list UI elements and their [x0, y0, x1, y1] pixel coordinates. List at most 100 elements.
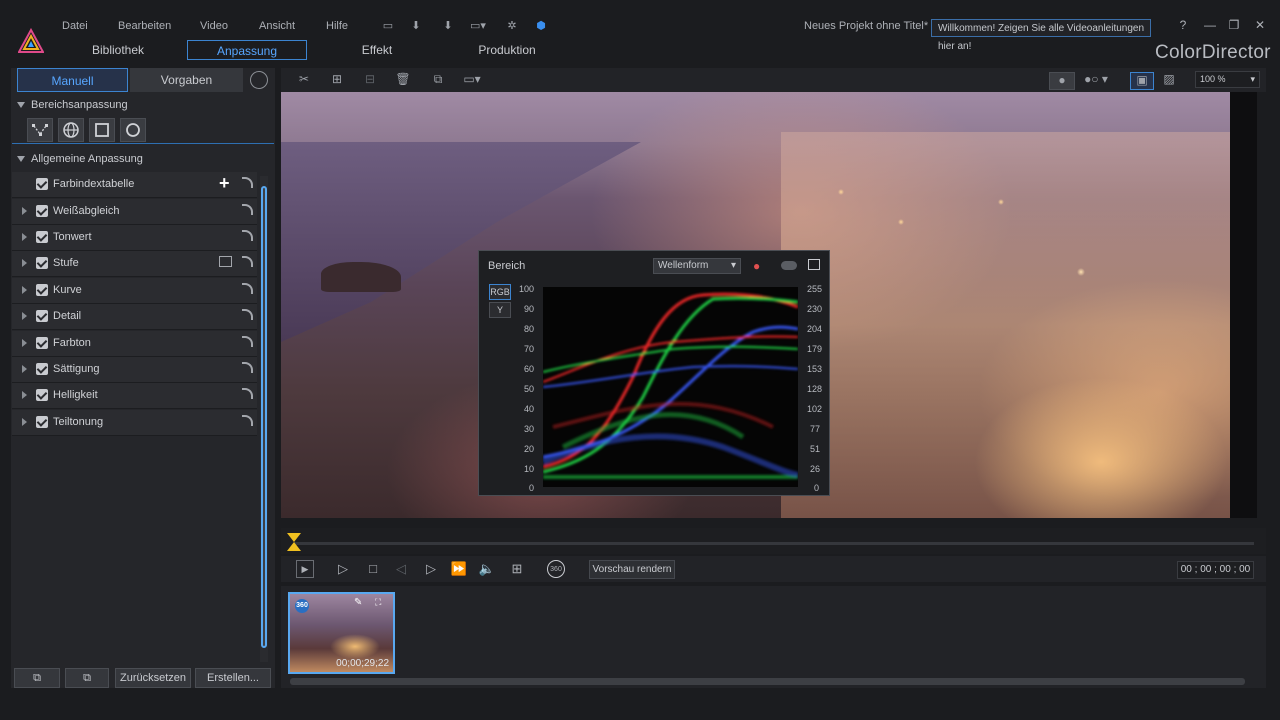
paste-adjustment-icon[interactable]: ⧉ [65, 668, 109, 688]
reset-icon[interactable] [242, 388, 253, 399]
help-icon[interactable]: ? [1175, 18, 1191, 34]
reset-icon[interactable] [242, 415, 253, 426]
scrollbar-thumb[interactable] [261, 186, 267, 648]
auto-level-icon[interactable] [219, 256, 232, 267]
welcome-banner[interactable]: Willkommen! Zeigen Sie alle Videoanleitu… [931, 19, 1151, 52]
trash-icon[interactable]: 🗑 [395, 72, 411, 86]
checkbox[interactable] [36, 284, 48, 296]
tab-manual[interactable]: Manuell [17, 68, 128, 92]
close-icon[interactable]: ✕ [1252, 18, 1268, 34]
add-icon[interactable]: + [219, 173, 230, 194]
detach-icon[interactable] [808, 259, 820, 270]
menu-help[interactable]: Hilfe [326, 20, 348, 32]
timecode[interactable]: 00 ; 00 ; 00 ; 00 [1177, 561, 1254, 579]
monitor-icon[interactable]: ▭▾ [460, 72, 484, 86]
undo-arrow-icon[interactable]: ⬇ [409, 19, 423, 33]
mode-y[interactable]: Y [489, 302, 511, 318]
expand-icon[interactable] [22, 207, 27, 215]
clip-thumbnail[interactable]: 360 ✎ ⛶ 00;00;29;22 [288, 592, 395, 674]
reset-icon[interactable] [242, 309, 253, 320]
expand-icon[interactable] [22, 312, 27, 320]
checkbox[interactable] [36, 310, 48, 322]
redo-arrow-icon[interactable]: ⬇ [441, 19, 455, 33]
scope-panel[interactable]: Bereich Wellenform ▾ ● RGB Y 100 90 80 7… [478, 250, 830, 496]
menu-video[interactable]: Video [200, 20, 228, 32]
tab-library[interactable]: Bibliothek [80, 40, 156, 60]
expand-icon[interactable] [22, 339, 27, 347]
expand-icon[interactable] [22, 391, 27, 399]
upgrade-icon[interactable]: ⬢ [534, 19, 548, 33]
list-item[interactable]: Farbindextabelle + [12, 172, 257, 198]
play-icon[interactable]: ▷ [334, 560, 352, 578]
reset-icon[interactable] [242, 336, 253, 347]
list-item[interactable]: Tonwert [12, 225, 257, 251]
checkbox[interactable] [36, 337, 48, 349]
mode-rgb[interactable]: RGB [489, 284, 511, 300]
path-tool-icon[interactable] [27, 118, 53, 142]
scope-type-select[interactable]: Wellenform ▾ [653, 258, 741, 274]
copy-adjustment-icon[interactable]: ⧉ [14, 668, 60, 688]
tab-production[interactable]: Produktion [470, 40, 544, 60]
scissors-icon[interactable]: ✂ [296, 72, 312, 86]
expand-icon[interactable] [22, 233, 27, 241]
checkbox[interactable] [36, 257, 48, 269]
menu-edit[interactable]: Bearbeiten [118, 20, 171, 32]
list-item[interactable]: Weißabgleich [12, 199, 257, 225]
reset-button[interactable]: Zurücksetzen [115, 668, 191, 688]
stop-icon[interactable]: □ [364, 560, 382, 578]
rectangle-mask-icon[interactable] [89, 118, 115, 142]
fast-forward-icon[interactable]: ⏩ [450, 560, 468, 578]
edit-icon[interactable]: ✎ [354, 597, 362, 608]
reset-icon[interactable] [242, 204, 253, 215]
tab-presets[interactable]: Vorgaben [130, 68, 243, 92]
list-item[interactable]: Teiltonung [12, 410, 257, 436]
tab-effect[interactable]: Effekt [350, 40, 404, 60]
aspect-ratio-icon[interactable]: ▭▾ [466, 19, 490, 33]
restore-icon[interactable]: ❐ [1226, 18, 1242, 34]
globe-mask-icon[interactable] [58, 118, 84, 142]
checkbox[interactable] [36, 389, 48, 401]
minimize-icon[interactable]: — [1202, 18, 1218, 34]
color-channels-icon[interactable]: ● [753, 259, 760, 273]
crop-icon[interactable]: ⧉ [430, 72, 446, 86]
tab-adjustment[interactable]: Anpassung [187, 40, 307, 60]
render-preview-button[interactable]: Vorschau rendern [589, 560, 675, 579]
history-icon[interactable] [250, 71, 268, 89]
preview-mode-icon[interactable]: ▣ [1130, 72, 1154, 90]
checkbox[interactable] [36, 205, 48, 217]
checkbox[interactable] [36, 231, 48, 243]
create-button[interactable]: Erstellen... [195, 668, 271, 688]
zoom-select[interactable]: 100 % ▾ [1195, 71, 1260, 88]
list-item[interactable]: Kurve [12, 278, 257, 304]
section-general-adjustment[interactable]: Allgemeine Anpassung [17, 153, 143, 165]
reset-icon[interactable] [242, 283, 253, 294]
mode-icon[interactable]: ▶ [296, 560, 314, 578]
menu-file[interactable]: Datei [62, 20, 88, 32]
list-item[interactable]: Stufe [12, 251, 257, 277]
360-view-icon[interactable]: 360 [547, 560, 565, 578]
single-view-icon[interactable]: ● [1049, 72, 1075, 90]
checkbox[interactable] [36, 178, 48, 190]
circle-mask-icon[interactable] [120, 118, 146, 142]
menu-view[interactable]: Ansicht [259, 20, 295, 32]
checkbox[interactable] [36, 416, 48, 428]
volume-icon[interactable]: 🔈 [478, 560, 496, 578]
timeline-track[interactable] [294, 542, 1254, 545]
next-frame-icon[interactable]: ▷ [422, 560, 440, 578]
trim-icon[interactable]: ⊞ [329, 72, 345, 86]
import-icon[interactable]: ▭ [381, 19, 395, 33]
reset-icon[interactable] [242, 256, 253, 267]
checkbox[interactable] [36, 363, 48, 375]
reset-icon[interactable] [242, 362, 253, 373]
expand-icon[interactable] [22, 365, 27, 373]
expand-icon[interactable] [22, 418, 27, 426]
fit-icon[interactable]: ⛶ [375, 597, 381, 608]
section-area-adjustment[interactable]: Bereichsanpassung [17, 99, 128, 111]
list-item[interactable]: Farbton [12, 331, 257, 357]
media-scrollbar[interactable] [290, 678, 1245, 685]
reset-icon[interactable] [242, 230, 253, 241]
list-item[interactable]: Detail [12, 304, 257, 330]
playhead-marker-icon[interactable] [287, 533, 301, 551]
grid-icon[interactable]: ⊞ [508, 560, 526, 578]
expand-icon[interactable] [22, 286, 27, 294]
